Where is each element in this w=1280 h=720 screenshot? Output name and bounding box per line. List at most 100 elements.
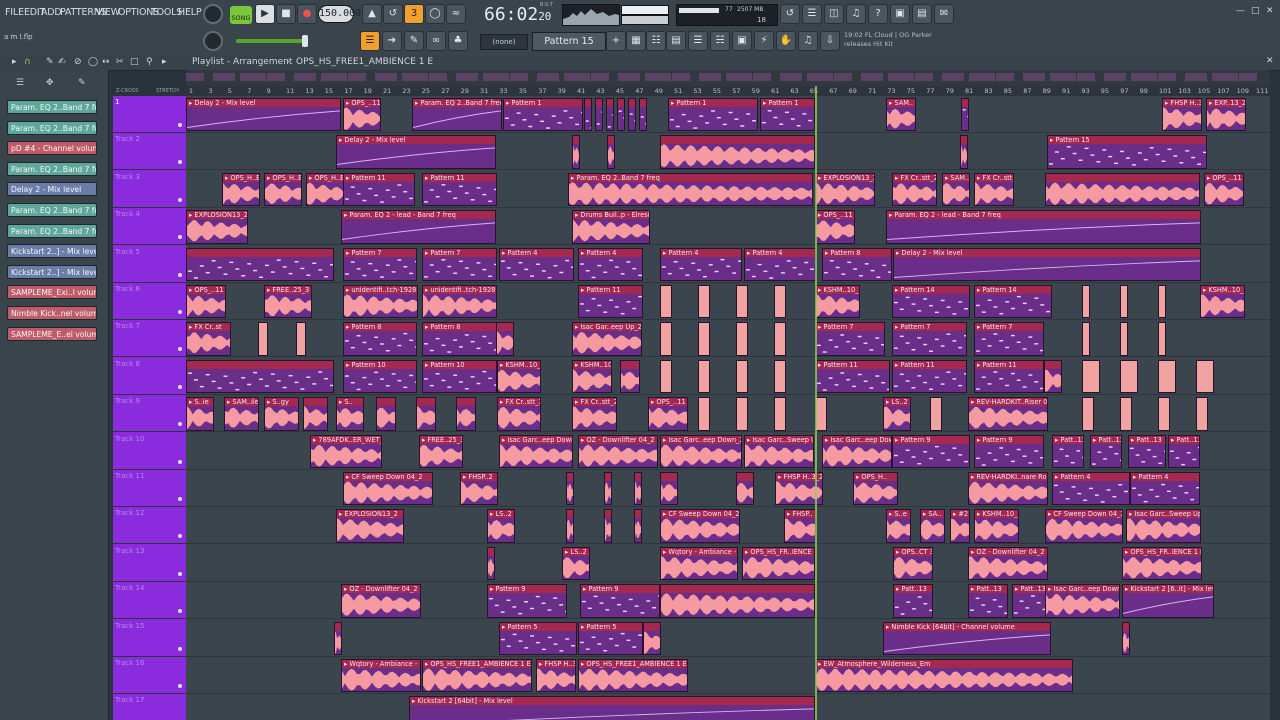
- playlist-clip[interactable]: [639, 98, 647, 132]
- playlist-clip[interactable]: ▸ Pattern 11: [422, 172, 497, 207]
- add-pattern-icon[interactable]: +: [606, 31, 626, 51]
- playlist-clip[interactable]: ▸ Isac Garc..Sweep Up_2: [1126, 509, 1201, 543]
- playlist-clip[interactable]: ▸ Pattern 7: [343, 247, 417, 281]
- playlist-clip[interactable]: ▸ REV-HARDKIT..Riser 01: [968, 397, 1048, 431]
- playlist-clip[interactable]: ▸ unidentifi..tch-192813: [343, 285, 418, 319]
- timeline-ruler[interactable]: 1 3 5 7 9 11 13 15 17 19 21 23 25 27 29 31 33 35 37 39 41 43 4…: [186, 86, 1270, 96]
- delete-tool-icon[interactable]: ⊘: [74, 57, 82, 67]
- track-activity-dot[interactable]: [178, 272, 182, 277]
- playlist-clip[interactable]: [960, 135, 968, 169]
- track-activity-dot[interactable]: [178, 160, 182, 165]
- playlist-clip[interactable]: [1120, 285, 1128, 319]
- playlist-clip[interactable]: ▸ EXP..13_2: [1206, 98, 1246, 132]
- master-volume-knob[interactable]: [203, 4, 223, 24]
- playlist-clip[interactable]: [1158, 397, 1170, 431]
- playlist-clip[interactable]: ▸ OPS_HS_FREE1_AMBIENCE 1 E: [578, 659, 688, 693]
- track-header[interactable]: 1: [113, 96, 186, 133]
- playlist-clip[interactable]: ▸ Delay 2 - Mix level: [186, 98, 341, 132]
- playlist-clip[interactable]: ▸ Pattern 4: [744, 247, 816, 281]
- playlist-clip[interactable]: [1196, 359, 1214, 394]
- track-header[interactable]: Track 6: [113, 283, 186, 320]
- playlist-clip[interactable]: ▸ SAM..: [942, 172, 970, 207]
- playlist-clip[interactable]: ▸ Nimble Kick [64bit] - Channel volume: [883, 621, 1051, 655]
- loop-record-icon[interactable]: ↺: [383, 4, 403, 24]
- playlist-clip[interactable]: ▸ OPS..CT 3: [893, 546, 933, 581]
- move-icon[interactable]: ✥: [46, 78, 54, 88]
- playlist-clip[interactable]: ▸ Pattern 11: [343, 172, 415, 207]
- sidebar-clip-item[interactable]: Kickstart 2..] - Mix level: [7, 244, 97, 259]
- playlist-clip[interactable]: [1082, 359, 1100, 394]
- playlist-clip[interactable]: [1158, 322, 1166, 356]
- brush-icon[interactable]: ✎: [404, 31, 424, 51]
- playlist-clip[interactable]: ▸ OPS_..11: [186, 285, 226, 319]
- playlist-clip[interactable]: [334, 621, 342, 655]
- playlist-clip[interactable]: ▸ Kickstart 2 [64bit] - Mix level: [409, 696, 815, 720]
- track-activity-dot[interactable]: [178, 684, 182, 688]
- playlist-clip[interactable]: ▸ Pattern 7: [815, 322, 885, 356]
- mute-tool-icon[interactable]: ◯: [88, 57, 98, 67]
- stop-button[interactable]: ■: [276, 4, 296, 24]
- playlist-clip[interactable]: ▸ Pattern 10: [343, 359, 417, 394]
- playlist-clip[interactable]: ▸ S..: [336, 397, 364, 431]
- playlist-clip[interactable]: ▸ S..gy: [264, 397, 299, 431]
- playlist-clip[interactable]: ▸ FHSP..: [784, 509, 816, 543]
- track-header[interactable]: Track 17: [113, 694, 186, 720]
- playlist-clip[interactable]: ▸ KSHM..10_2: [974, 509, 1019, 543]
- track-header[interactable]: Track 2: [113, 133, 186, 171]
- playlist-clip[interactable]: ▸ OPS_HS_FR..IENCE 1 E: [1122, 546, 1202, 581]
- playlist-clip[interactable]: [930, 397, 942, 431]
- playlist-clip[interactable]: ▸ Patt..13: [968, 584, 1008, 618]
- sidebar-clip-item[interactable]: Param. EQ 2..Band 7 freq: [7, 203, 97, 217]
- playlist-clip[interactable]: ▸ LS..2: [883, 397, 911, 431]
- metronome-icon[interactable]: ▲: [362, 4, 382, 24]
- playlist-clip[interactable]: ▸ Isac Garc..eep Down_2: [660, 434, 742, 468]
- playlist-clip[interactable]: ▸ Pattern 11: [892, 359, 967, 394]
- sidebar-clip-item[interactable]: SAMPLEME_E..el volume: [7, 326, 97, 341]
- track-lane[interactable]: ▸ EXPLOSION13_2 ▸ Param. EQ 2 - lead - Ba…: [186, 208, 1270, 246]
- playlist-clip[interactable]: ▸ 789AFDK..ER_WET_2: [310, 434, 382, 468]
- playlist-clip[interactable]: ▸ Pattern 5: [499, 621, 577, 655]
- playlist-clip[interactable]: ▸ EXPLOSION13_2: [815, 172, 875, 207]
- playlist-clip[interactable]: ▸ SAM..ile: [224, 397, 259, 431]
- playlist-clip[interactable]: ▸ Pattern 9: [580, 584, 660, 618]
- mic-icon[interactable]: ◫: [824, 4, 844, 24]
- menu-add[interactable]: ADD: [41, 7, 62, 18]
- playlist-clip[interactable]: ▸ Kickstart 2 [6..it] - Mix level: [1122, 584, 1214, 618]
- track-activity-dot[interactable]: [178, 310, 182, 314]
- track-lane[interactable]: ▸ Delay 2 - Mix level ▸ Pattern 15: [186, 133, 1270, 171]
- playlist-clip[interactable]: ▸ #2: [950, 509, 970, 543]
- playlist-clip[interactable]: ▸ Pattern 14: [974, 285, 1052, 319]
- playlist-clip[interactable]: ▸ FX Cr..stt_2: [572, 397, 617, 431]
- channel-icon[interactable]: ☵: [710, 31, 730, 51]
- playlist-icon[interactable]: ▦: [626, 31, 646, 51]
- track-header[interactable]: Track 12: [113, 507, 186, 545]
- track-header[interactable]: Track 5: [113, 246, 186, 283]
- playlist-clip[interactable]: ▸ OPS_..11: [648, 397, 688, 431]
- playlist-clip[interactable]: [258, 322, 268, 356]
- help-icon[interactable]: ?: [868, 4, 888, 24]
- playlist-clip[interactable]: ▸ EW_Atmosphere_Wilderness_Em: [815, 659, 1073, 693]
- playlist-clip[interactable]: ▸ FX Cr..stt_2: [497, 397, 541, 431]
- sidebar-clip-item[interactable]: SAMPLEME_Exi..l volume: [7, 285, 97, 300]
- playlist-clip[interactable]: [456, 397, 476, 431]
- playlist-clip[interactable]: [566, 472, 574, 506]
- playlist-clip[interactable]: ▸ Patt..13: [1052, 434, 1084, 468]
- playlist-clip[interactable]: ▸ S..ie: [186, 397, 214, 431]
- playlist-clip[interactable]: ▸ OPS_H..E: [264, 172, 302, 207]
- sidebar-clip-item[interactable]: Param. EQ 2..Band 7 freq: [7, 223, 97, 238]
- save-icon[interactable]: ▣: [890, 4, 910, 24]
- download-icon[interactable]: ⇩: [820, 31, 840, 51]
- playlist-clip[interactable]: ▸ Pattern 5: [578, 621, 643, 655]
- playlist-clip[interactable]: ▸ Pattern 4: [578, 247, 643, 281]
- snap-select[interactable]: (none): [480, 34, 528, 50]
- playlist-clip[interactable]: ▸ FHSP..2: [460, 472, 498, 506]
- playlist-clip[interactable]: [496, 322, 514, 356]
- audio-settings-icon[interactable]: ♫: [846, 4, 866, 24]
- playlist-clip[interactable]: ▸ Isac Garc..eep Down_2: [822, 434, 892, 468]
- playlist-clip[interactable]: [1158, 359, 1176, 394]
- song-mode-button[interactable]: SONG: [230, 6, 252, 24]
- playlist-clip[interactable]: [1082, 322, 1090, 356]
- playlist-clip[interactable]: [634, 509, 642, 543]
- playlist-clip[interactable]: [961, 98, 969, 132]
- playlist-clip[interactable]: [1120, 397, 1132, 431]
